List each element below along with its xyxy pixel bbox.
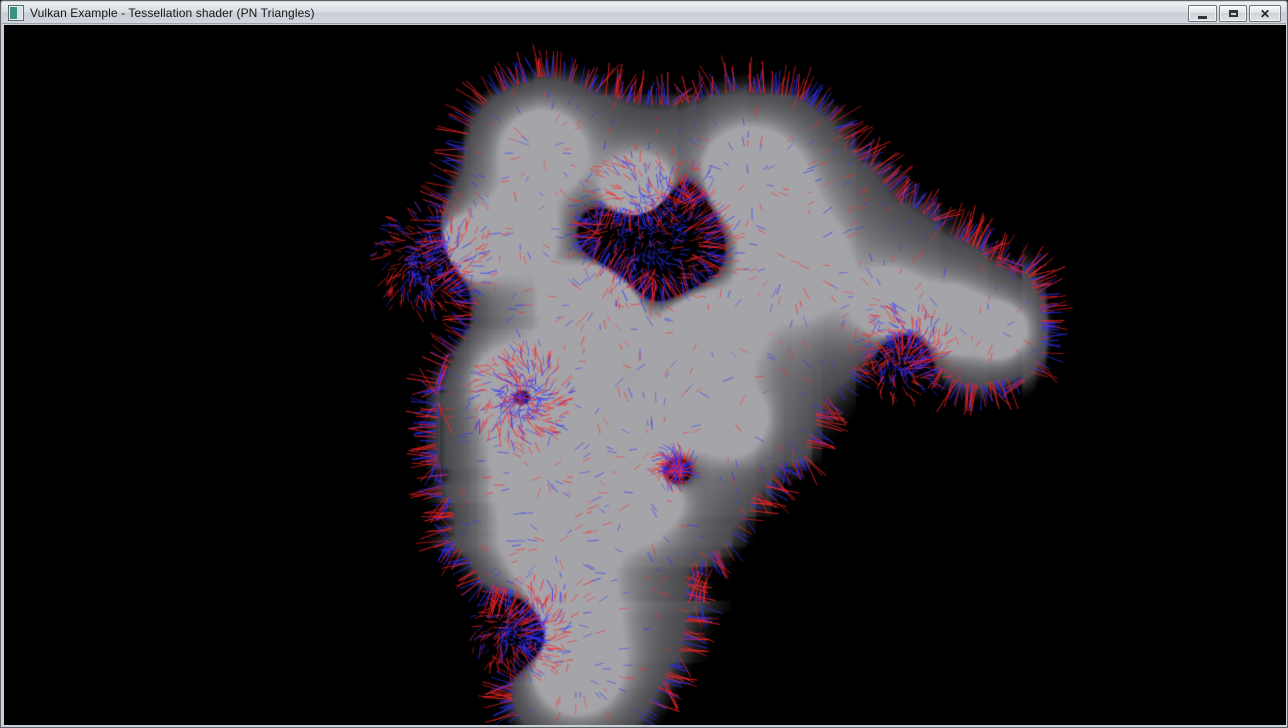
- minimize-icon: [1198, 16, 1207, 19]
- app-window: Vulkan Example - Tessellation shader (PN…: [0, 0, 1288, 728]
- window-controls: ✕: [1188, 5, 1281, 22]
- title-bar[interactable]: Vulkan Example - Tessellation shader (PN…: [2, 2, 1286, 24]
- viewport-canvas[interactable]: [4, 25, 1286, 725]
- close-icon: ✕: [1260, 8, 1270, 20]
- viewport: [4, 25, 1286, 725]
- maximize-button[interactable]: [1219, 5, 1247, 22]
- minimize-button[interactable]: [1188, 5, 1217, 22]
- close-button[interactable]: ✕: [1249, 5, 1281, 22]
- maximize-icon: [1229, 10, 1238, 17]
- app-icon: [8, 5, 24, 21]
- window-title: Vulkan Example - Tessellation shader (PN…: [30, 6, 315, 20]
